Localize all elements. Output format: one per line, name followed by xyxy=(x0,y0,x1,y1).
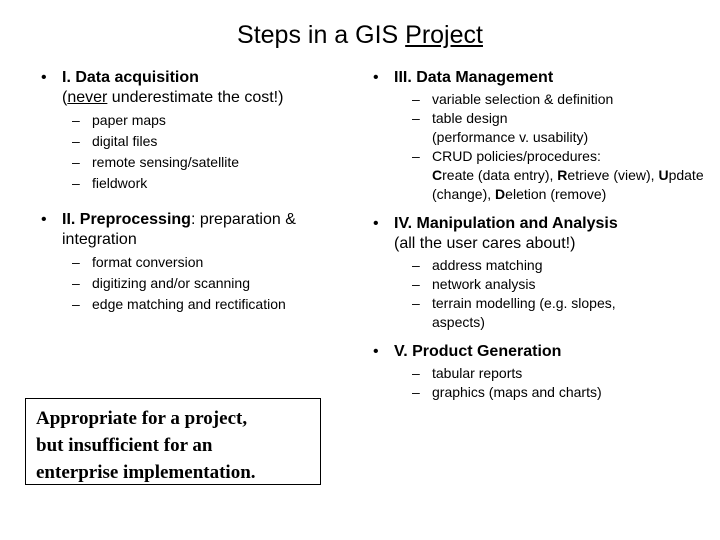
crud-deletion-rest: eletion (remove) xyxy=(505,186,607,202)
list-item-label: digital files xyxy=(92,133,158,149)
dash-icon: – xyxy=(412,110,420,126)
dash-icon: – xyxy=(72,154,80,170)
list-item: – digital files xyxy=(62,131,366,152)
list-item: – table design (performance v. usability… xyxy=(402,109,714,147)
list-item-label: fieldwork xyxy=(92,175,148,191)
list-item-label: digitizing and/or scanning xyxy=(92,275,250,291)
crud-create-initial: C xyxy=(432,167,443,183)
list-item-label: graphics (maps and charts) xyxy=(432,384,602,400)
section-i-sublist: – paper maps – digital files – remote se… xyxy=(62,110,366,194)
bullet-icon: • xyxy=(41,69,47,86)
dash-icon: – xyxy=(412,295,420,311)
section-iv-heading-block: IV. Manipulation and Analysis (all the u… xyxy=(394,214,714,254)
dash-icon: – xyxy=(72,112,80,128)
list-item-label: tabular reports xyxy=(432,365,523,381)
section-iii-heading-block: III. Data Management xyxy=(394,68,714,88)
section-ii-heading: II. Preprocessing xyxy=(62,211,191,228)
list-item: – tabular reports xyxy=(402,364,714,383)
list-item: – network analysis xyxy=(402,275,714,294)
list-item-label: variable selection & definition xyxy=(432,91,614,107)
list-item: – terrain modelling (e.g. slopes, aspect… xyxy=(402,294,714,332)
dash-icon: – xyxy=(72,296,80,312)
crud-create-rest: reate (data entry), xyxy=(442,167,558,183)
list-item: – variable selection & definition xyxy=(402,90,714,109)
callout-line-3: enterprise implementation. xyxy=(36,462,256,483)
section-iii-heading: III. Data Management xyxy=(394,69,554,86)
list-item-label: address matching xyxy=(432,257,543,273)
list-item-label: remote sensing/satellite xyxy=(92,154,240,170)
crud-retrieve-rest: etrieve (view), xyxy=(567,167,659,183)
list-item-label: table design xyxy=(432,110,508,126)
list-item-section-i: • I. Data acquisition (never underestima… xyxy=(36,68,366,108)
crud-deletion-initial: D xyxy=(495,186,506,202)
dash-icon: – xyxy=(412,91,420,107)
list-item-label: network analysis xyxy=(432,276,536,292)
list-item: – digitizing and/or scanning xyxy=(62,273,366,294)
list-item-section-ii: • II. Preprocessing: preparation & integ… xyxy=(36,210,366,250)
callout-line-2: but insufficient for an xyxy=(36,435,213,456)
section-v-heading-block: V. Product Generation xyxy=(394,342,714,362)
dash-icon: – xyxy=(412,365,420,381)
section-iii-sublist: – variable selection & definition – tabl… xyxy=(402,90,714,204)
dash-icon: – xyxy=(72,175,80,191)
list-item-label-second-line: (performance v. usability) xyxy=(432,129,589,145)
list-item-label: terrain modelling (e.g. slopes, xyxy=(432,295,616,311)
crud-lead-label: CRUD policies/procedures: xyxy=(432,148,601,164)
section-i-heading-block: I. Data acquisition (never underestimate… xyxy=(62,68,366,108)
list-item: – format conversion xyxy=(62,252,366,273)
list-item: – edge matching and rectification xyxy=(62,294,366,315)
dash-icon: – xyxy=(412,276,420,292)
section-i-subtitle-underlined: never xyxy=(67,89,108,106)
list-item-section-iii: • III. Data Management xyxy=(368,68,714,88)
page-title-underlined-word: Project xyxy=(405,21,483,49)
bullet-icon: • xyxy=(373,343,379,360)
crud-update-initial: U xyxy=(658,167,669,183)
dash-icon: – xyxy=(412,384,420,400)
list-item-crud: – CRUD policies/procedures: Create (data … xyxy=(402,147,714,204)
list-item-section-v: • V. Product Generation xyxy=(368,342,714,362)
list-item-label: format conversion xyxy=(92,254,204,270)
list-item-section-iv: • IV. Manipulation and Analysis (all the… xyxy=(368,214,714,254)
section-iv-sublist: – address matching – network analysis – … xyxy=(402,256,714,332)
page-title: Steps in a GIS Project xyxy=(0,20,720,50)
section-i-heading: I. Data acquisition xyxy=(62,69,199,86)
left-content-column: • I. Data acquisition (never underestima… xyxy=(36,68,366,315)
list-item-label-second-line: aspects) xyxy=(432,314,485,330)
bullet-icon: • xyxy=(373,215,379,232)
section-iv-heading: IV. Manipulation and Analysis xyxy=(394,215,618,232)
dash-icon: – xyxy=(412,148,420,164)
dash-icon: – xyxy=(72,275,80,291)
section-ii-sublist: – format conversion – digitizing and/or … xyxy=(62,252,366,315)
list-item: – remote sensing/satellite xyxy=(62,152,366,173)
list-item: – paper maps xyxy=(62,110,366,131)
list-item: – graphics (maps and charts) xyxy=(402,383,714,402)
list-item: – address matching xyxy=(402,256,714,275)
section-i-subtitle-rest: underestimate the cost!) xyxy=(107,89,284,106)
right-content-column: • III. Data Management – variable select… xyxy=(368,68,714,402)
list-item: – fieldwork xyxy=(62,173,366,194)
dash-icon: – xyxy=(412,257,420,273)
list-item-label: edge matching and rectification xyxy=(92,296,286,312)
section-v-heading: V. Product Generation xyxy=(394,343,562,360)
list-item-label: paper maps xyxy=(92,112,166,128)
dash-icon: – xyxy=(72,254,80,270)
crud-retrieve-initial: R xyxy=(557,167,568,183)
bullet-icon: • xyxy=(41,211,47,228)
section-ii-heading-block: II. Preprocessing: preparation & integra… xyxy=(62,210,366,250)
section-iv-subtitle: (all the user cares about!) xyxy=(394,235,576,252)
callout-box: Appropriate for a project, but insuffici… xyxy=(25,398,321,485)
dash-icon: – xyxy=(72,133,80,149)
callout-line-1: Appropriate for a project, xyxy=(36,408,248,429)
section-v-sublist: – tabular reports – graphics (maps and c… xyxy=(402,364,714,402)
bullet-icon: • xyxy=(373,69,379,86)
page-title-text: Steps in a GIS xyxy=(237,21,406,49)
